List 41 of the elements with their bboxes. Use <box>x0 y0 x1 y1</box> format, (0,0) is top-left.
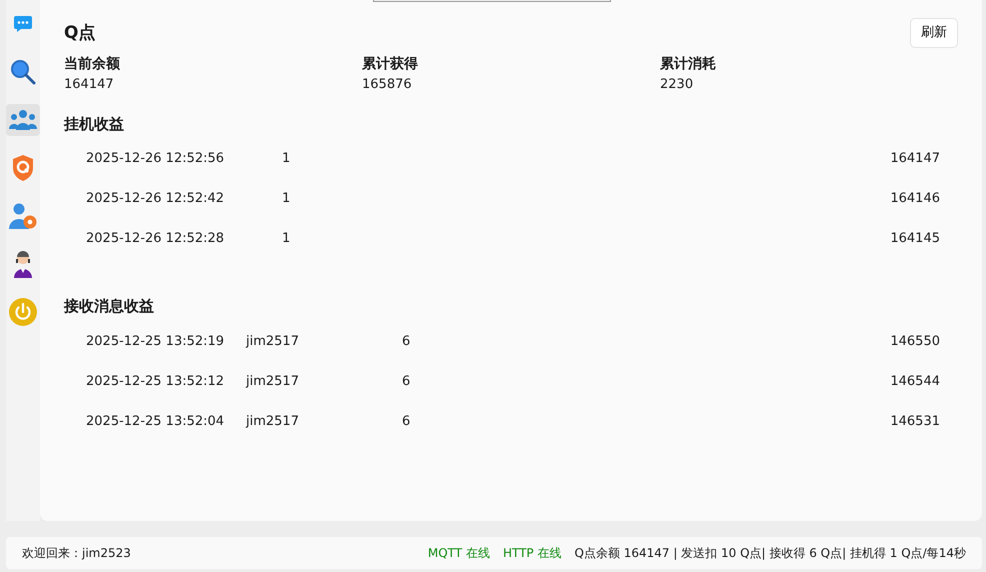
power-icon <box>9 298 37 326</box>
section-title: 挂机收益 <box>64 114 125 134</box>
time-cell-text: 2025-12-25 13:52:19 <box>86 332 226 351</box>
time-cell-text: 2025-12-26 12:52:28 <box>86 230 226 248</box>
time-cell-text: 2025-12-26 12:52:42 <box>86 190 226 208</box>
time-cell-text: 2025-12-26 12:52:56 <box>86 150 226 168</box>
shield-q-icon <box>11 154 35 182</box>
amount-cell-text: 6 <box>402 332 410 351</box>
amount-cell-text: 1 <box>282 230 290 248</box>
refresh-button[interactable]: 刷新 <box>910 18 958 48</box>
time-cell-text: 2025-12-25 13:52:04 <box>86 412 226 431</box>
section-title: 接收消息收益 <box>64 296 155 317</box>
balance-cell-text: 164147 <box>890 150 940 168</box>
amount-cell-text: 1 <box>282 190 290 208</box>
stat-value: 165876 <box>362 76 413 94</box>
user-cell-text: jim2517 <box>246 372 300 391</box>
stat-label: 累计获得 <box>362 55 419 74</box>
stat-value: 164147 <box>64 76 115 94</box>
mqtt-status: MQTT 在线 <box>428 545 490 562</box>
amount-cell-text: 6 <box>402 412 410 431</box>
balance-cell-text: 146544 <box>890 372 940 391</box>
stat-label: 当前余额 <box>64 54 121 74</box>
user-cell-text: jim2517 <box>246 412 300 431</box>
balance-cell-text: 164146 <box>890 190 940 208</box>
stat-value: 2230 <box>660 76 694 94</box>
headset-person-icon <box>12 250 34 278</box>
http-status: HTTP 在线 <box>502 545 562 562</box>
time-cell-text: 2025-12-25 13:52:12 <box>86 372 226 391</box>
balance-cell-text: 164145 <box>890 230 940 248</box>
balance-cell-text: 146550 <box>890 332 940 351</box>
stat-label: 累计消耗 <box>660 55 717 74</box>
chat-icon <box>13 14 33 34</box>
points-summary: Q点余额 164147 | 发送扣 10 Q点| 接收得 6 Q点| 挂机得 1 Q点/每14秒 <box>574 545 966 562</box>
balance-cell-text: 146531 <box>890 412 940 431</box>
amount-cell-text: 6 <box>402 372 410 391</box>
welcome-text: 欢迎回来：jim2523 <box>22 545 131 562</box>
search-icon <box>10 59 36 85</box>
page-title: Q点 <box>64 22 96 43</box>
group-icon <box>9 109 37 131</box>
amount-cell-text: 1 <box>282 150 290 168</box>
user-cell-text: jim2517 <box>246 332 300 351</box>
